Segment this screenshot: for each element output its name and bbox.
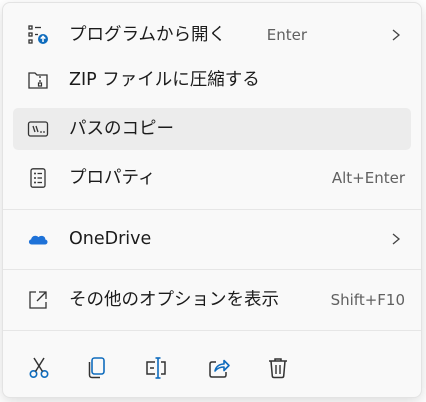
separator: [3, 209, 421, 210]
separator: [3, 269, 421, 270]
zip-folder-icon: [28, 72, 48, 89]
open-with-icon: [28, 25, 48, 44]
properties-icon: [30, 168, 46, 188]
menu-item-label: パスのコピー: [69, 119, 174, 139]
onedrive-cloud-icon: [28, 235, 48, 245]
cut-button[interactable]: [22, 351, 56, 385]
menu-item-label: プロパティ: [69, 168, 156, 188]
menu-item-copy-path[interactable]: パスのコピー: [13, 108, 411, 150]
menu-item-label: ZIP ファイルに圧縮する: [69, 70, 260, 90]
menu-item-compress-zip[interactable]: ZIP ファイルに圧縮する: [13, 59, 411, 101]
delete-button[interactable]: [261, 351, 295, 385]
menu-item-open-with[interactable]: プログラムから開く Enter: [13, 14, 411, 56]
copy-path-icon: [27, 121, 49, 137]
menu-item-label: その他のオプションを表示: [69, 290, 279, 310]
copy-button[interactable]: [80, 351, 114, 385]
quick-actions-toolbar: [3, 337, 421, 397]
shortcut-text: Enter: [266, 26, 307, 44]
rename-icon: [146, 357, 166, 379]
rename-button[interactable]: [139, 351, 173, 385]
menu-item-onedrive[interactable]: OneDrive: [13, 218, 411, 260]
shortcut-text: Shift+F10: [330, 291, 405, 309]
menu-item-label: OneDrive: [69, 229, 152, 249]
context-menu: プログラムから開く Enter ZIP ファイルに圧縮する パスのコピー プロパ…: [2, 2, 422, 398]
separator: [3, 330, 421, 331]
shortcut-text: Alt+Enter: [331, 169, 405, 187]
chevron-right-icon: [392, 233, 401, 245]
delete-icon: [269, 358, 287, 379]
share-button[interactable]: [202, 351, 236, 385]
copy-icon: [88, 357, 105, 379]
share-icon: [209, 359, 230, 378]
chevron-right-icon: [392, 29, 401, 41]
menu-item-show-more-options[interactable]: その他のオプションを表示 Shift+F10: [13, 279, 411, 321]
menu-item-properties[interactable]: プロパティ Alt+Enter: [13, 157, 411, 199]
menu-item-label: プログラムから開く: [69, 25, 226, 45]
cut-icon: [29, 357, 49, 379]
more-options-icon: [29, 291, 47, 309]
